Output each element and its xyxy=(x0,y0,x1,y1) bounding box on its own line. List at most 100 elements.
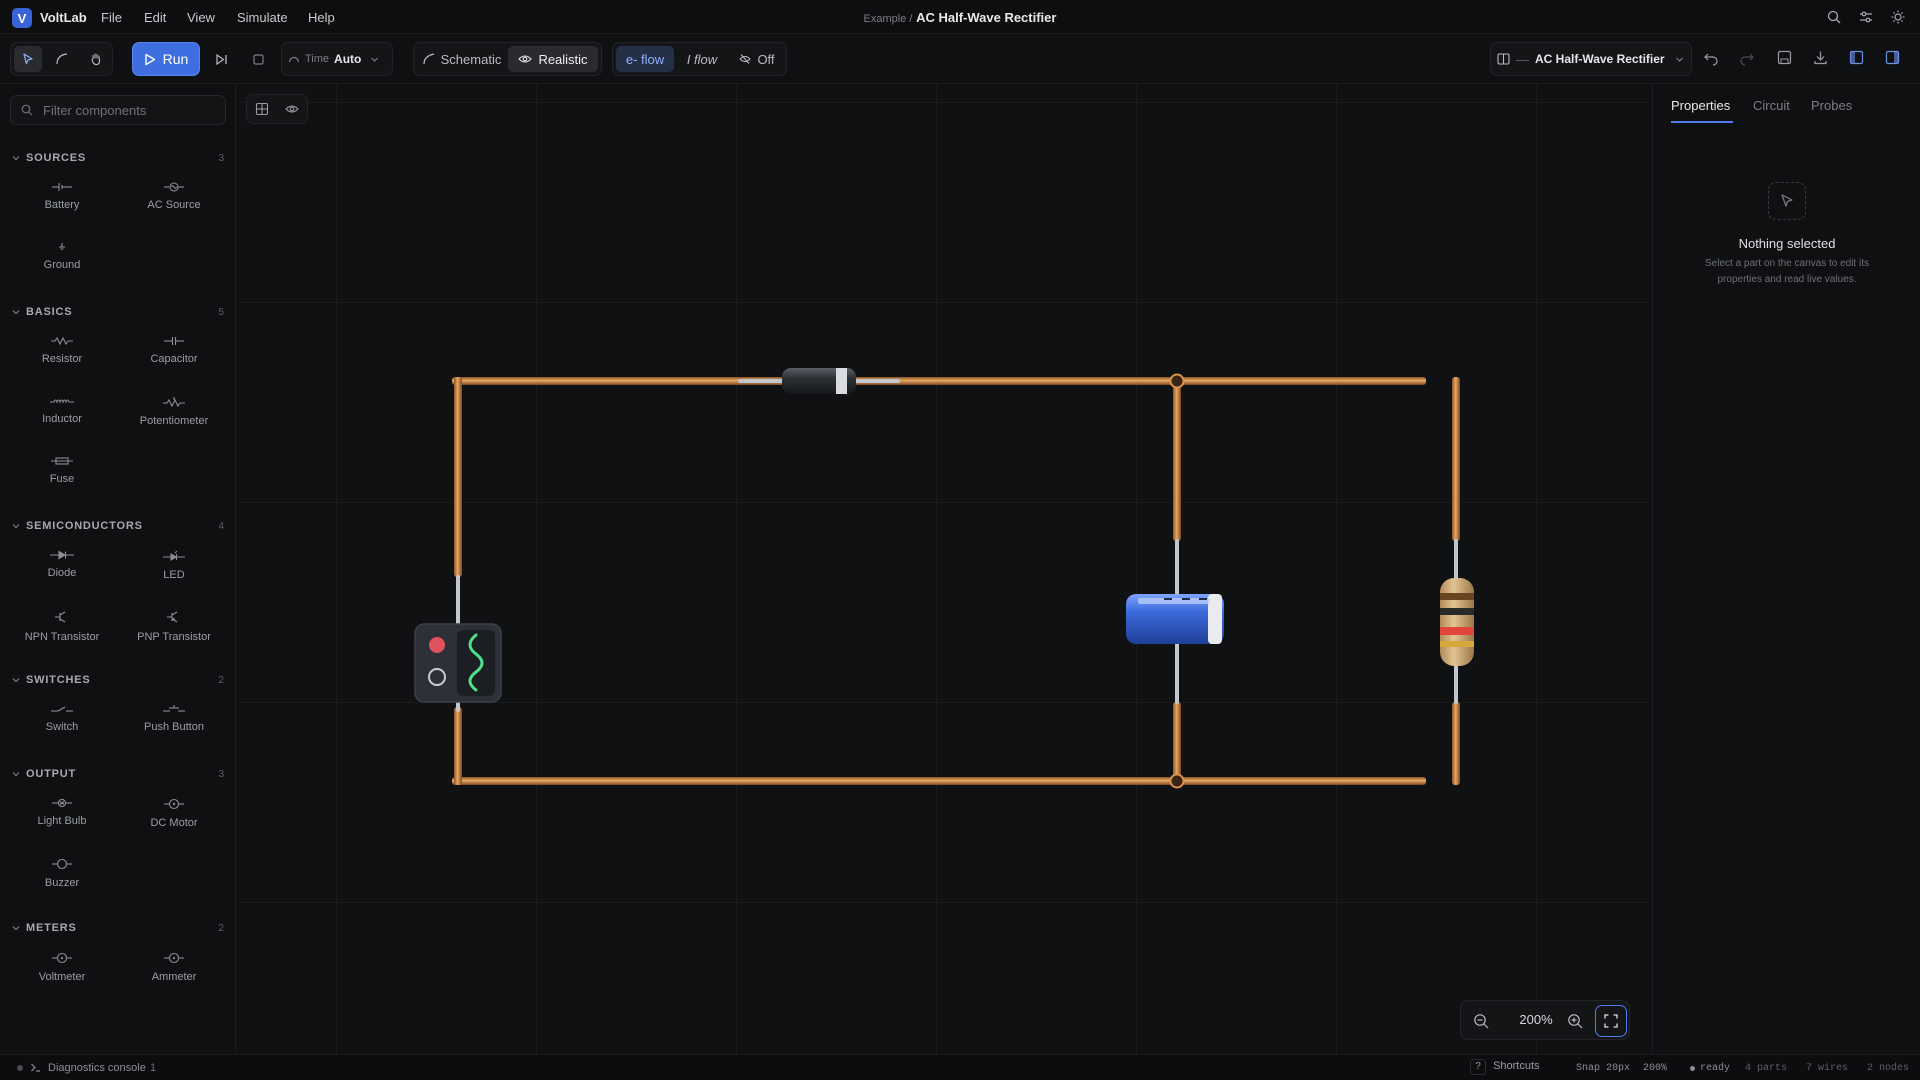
section-output[interactable]: OUTPUT 3 xyxy=(12,766,224,782)
component-npn-transistor[interactable]: NPN Transistor xyxy=(6,606,118,656)
diagnostics-console-button[interactable]: Diagnostics console xyxy=(48,1062,146,1074)
ground-icon xyxy=(59,243,65,250)
wire-cap-lower[interactable] xyxy=(1173,702,1181,782)
active-tab-indicator xyxy=(1671,121,1733,123)
project-selector[interactable]: — AC Half-Wave Rectifier xyxy=(1490,42,1692,76)
undo-icon[interactable] xyxy=(1703,50,1719,69)
component-light-bulb[interactable]: Light Bulb xyxy=(6,794,118,844)
component-inductor[interactable]: Inductor xyxy=(6,392,118,442)
schematic-view-button[interactable]: Schematic xyxy=(418,46,506,72)
shortcuts-button[interactable]: ? Shortcuts xyxy=(1470,1059,1540,1075)
potentiometer-icon xyxy=(163,397,185,408)
download-icon[interactable] xyxy=(1813,50,1828,68)
resistor-component[interactable] xyxy=(1440,578,1474,666)
component-label: DC Motor xyxy=(150,817,198,829)
chevron-down-icon xyxy=(12,524,20,529)
component-potentiometer[interactable]: Potentiometer xyxy=(118,392,230,442)
empty-state-description: Select a part on the canvas to edit its … xyxy=(1705,258,1869,285)
wire-bottom[interactable] xyxy=(452,777,1426,785)
switch-icon xyxy=(51,706,73,712)
wire-cap-upper[interactable] xyxy=(1173,381,1181,541)
junction-node-top[interactable] xyxy=(1169,373,1185,389)
section-basics[interactable]: BASICS 5 xyxy=(12,304,224,320)
section-title: BASICS xyxy=(26,306,73,318)
fit-to-screen-icon[interactable] xyxy=(1595,1005,1627,1037)
component-pnp-transistor[interactable]: PNP Transistor xyxy=(118,606,230,656)
component-led[interactable]: LED xyxy=(118,546,230,596)
pan-hand-icon[interactable] xyxy=(82,46,110,72)
zoom-in-icon[interactable] xyxy=(1567,1013,1583,1032)
component-buzzer[interactable]: Buzzer xyxy=(6,854,118,904)
component-ac-source[interactable]: AC Source xyxy=(118,178,230,228)
menu-edit[interactable]: Edit xyxy=(144,10,166,25)
section-meters[interactable]: METERS 2 xyxy=(12,920,224,936)
app-logo[interactable]: V xyxy=(12,8,32,28)
tab-properties[interactable]: Properties xyxy=(1671,98,1730,113)
search-icon[interactable] xyxy=(1825,8,1843,26)
step-forward-icon[interactable] xyxy=(208,46,234,72)
select-tool-icon[interactable] xyxy=(14,46,42,72)
tab-circuit[interactable]: Circuit xyxy=(1753,98,1790,113)
zoom-out-icon[interactable] xyxy=(1473,1013,1489,1032)
npn-transistor-icon xyxy=(55,611,66,623)
wire-left-upper[interactable] xyxy=(454,377,462,577)
component-fuse[interactable]: Fuse xyxy=(6,452,118,502)
tab-probes[interactable]: Probes xyxy=(1811,98,1852,113)
section-count: 5 xyxy=(218,306,224,318)
electron-flow-button[interactable]: e- flow xyxy=(616,46,674,72)
conventional-flow-button[interactable]: I flow xyxy=(677,46,727,72)
wire-res-upper[interactable] xyxy=(1452,377,1460,541)
cursor-pointer-icon xyxy=(1768,182,1806,220)
zoom-level[interactable]: 200% xyxy=(1509,1012,1563,1027)
capacitor-component[interactable] xyxy=(1126,594,1224,644)
junction-node-bottom[interactable] xyxy=(1169,773,1185,789)
component-capacitor[interactable]: Capacitor xyxy=(118,332,230,382)
component-ammeter[interactable]: Ammeter xyxy=(118,948,230,998)
time-control[interactable]: Time Auto xyxy=(281,42,393,76)
diode-component[interactable] xyxy=(782,368,856,394)
wire-top-right[interactable] xyxy=(898,377,1426,385)
current-flow-toggle: e- flow I flow Off xyxy=(612,42,787,76)
left-panel-toggle-icon[interactable] xyxy=(1849,50,1864,68)
run-button[interactable]: Run xyxy=(132,42,200,76)
component-label: Push Button xyxy=(144,721,204,733)
breadcrumb-parent[interactable]: Example / xyxy=(864,13,913,25)
menu-file[interactable]: File xyxy=(101,10,122,25)
section-switches[interactable]: SWITCHES 2 xyxy=(12,672,224,688)
play-icon xyxy=(144,53,155,65)
settings-sliders-icon[interactable] xyxy=(1857,8,1875,26)
redo-icon[interactable] xyxy=(1739,50,1755,69)
filter-components-input[interactable] xyxy=(41,96,221,124)
component-label: Battery xyxy=(44,199,80,211)
component-voltmeter[interactable]: Voltmeter xyxy=(6,948,118,998)
component-battery[interactable]: Battery xyxy=(6,178,118,228)
stop-icon[interactable] xyxy=(245,46,271,72)
menu-simulate[interactable]: Simulate xyxy=(237,10,288,25)
section-sources[interactable]: SOURCES 3 xyxy=(12,150,224,166)
tool-group xyxy=(10,42,113,76)
theme-sun-icon[interactable] xyxy=(1889,8,1907,26)
component-push-button[interactable]: Push Button xyxy=(118,700,230,750)
menu-help[interactable]: Help xyxy=(308,10,335,25)
circuit-canvas[interactable]: 200% xyxy=(236,84,1652,1054)
terminal-icon xyxy=(30,1062,41,1076)
wire-tool-icon[interactable] xyxy=(48,46,76,72)
realistic-view-button[interactable]: Realistic xyxy=(508,46,598,72)
component-ground[interactable]: Ground xyxy=(6,238,118,288)
save-icon[interactable] xyxy=(1777,50,1792,68)
ac-source-component[interactable] xyxy=(414,623,502,703)
wire-res-lower[interactable] xyxy=(1452,702,1460,785)
wire-left-lower[interactable] xyxy=(454,707,462,785)
chevron-down-icon xyxy=(12,678,20,683)
component-resistor[interactable]: Resistor xyxy=(6,332,118,382)
component-dc-motor[interactable]: DC Motor xyxy=(118,794,230,844)
empty-state-title: Nothing selected xyxy=(1738,236,1836,251)
flow-off-button[interactable]: Off xyxy=(731,46,783,72)
section-semiconductors[interactable]: SEMICONDUCTORS 4 xyxy=(12,518,224,534)
menu-view[interactable]: View xyxy=(187,10,215,25)
component-sidebar: SOURCES 3 Battery AC Source Ground BASIC… xyxy=(0,84,236,1054)
component-diode[interactable]: Diode xyxy=(6,546,118,596)
component-switch[interactable]: Switch xyxy=(6,700,118,750)
snap-setting[interactable]: Snap 20px xyxy=(1576,1063,1630,1074)
right-panel-toggle-icon[interactable] xyxy=(1885,50,1900,68)
